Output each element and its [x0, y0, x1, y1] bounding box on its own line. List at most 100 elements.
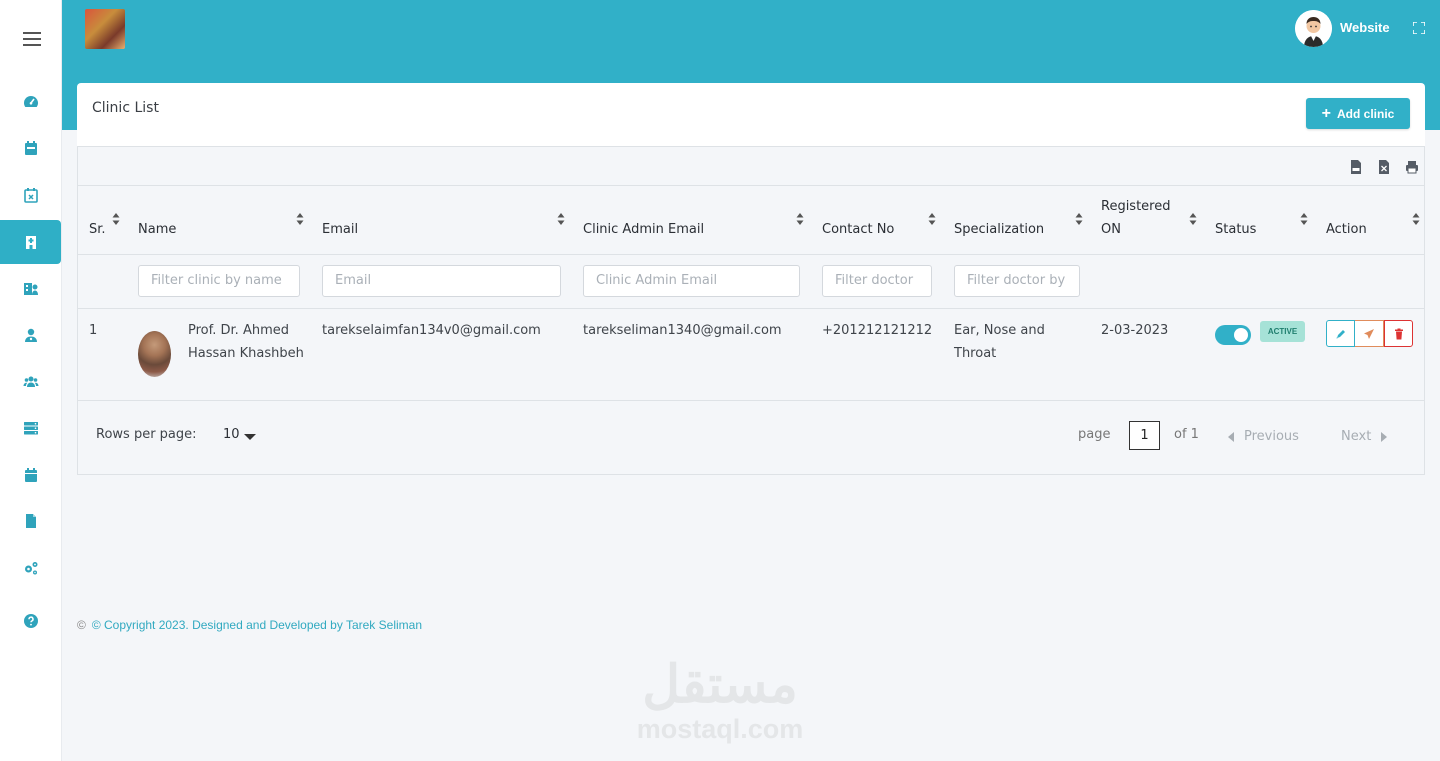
print-icon[interactable]	[1405, 160, 1419, 174]
fullscreen-icon[interactable]	[1413, 22, 1425, 34]
filter-email-input[interactable]: Email	[322, 265, 561, 297]
export-csv-icon[interactable]	[1350, 160, 1362, 174]
cell-admin-email: tarekseliman1340@gmail.com	[583, 323, 782, 338]
sort-icon	[557, 213, 565, 225]
chevron-left-icon	[1228, 431, 1234, 442]
status-toggle[interactable]	[1215, 325, 1251, 345]
sort-icon	[928, 213, 936, 225]
table-row: 1 Prof. Dr. Ahmed Hassan Khashbeh tareks…	[78, 309, 1424, 401]
sidebar-item-schedule[interactable]	[0, 453, 62, 497]
sidebar-item-reports[interactable]	[0, 499, 62, 543]
col-action[interactable]: Action	[1326, 186, 1422, 255]
col-sr[interactable]: Sr.	[89, 186, 129, 255]
send-button[interactable]	[1355, 320, 1384, 347]
chevron-down-icon[interactable]	[244, 434, 256, 440]
filter-contact-input[interactable]: Filter doctor	[822, 265, 932, 297]
sort-icon	[1189, 213, 1197, 225]
app-logo[interactable]	[85, 9, 125, 49]
cell-name: Prof. Dr. Ahmed Hassan Khashbeh	[188, 323, 304, 361]
cell-contact: +201212121212	[822, 323, 933, 338]
col-specialization[interactable]: Specialization	[954, 186, 1086, 255]
sort-icon	[296, 213, 304, 225]
col-action-label: Action	[1326, 222, 1367, 237]
filter-specialization-input[interactable]: Filter doctor by	[954, 265, 1080, 297]
col-admin-email-label: Clinic Admin Email	[583, 222, 705, 237]
col-status-label: Status	[1215, 222, 1257, 237]
col-registered[interactable]: Registered ON	[1101, 186, 1197, 255]
col-email[interactable]: Email	[322, 186, 568, 255]
add-clinic-button[interactable]: + Add clinic	[1306, 98, 1410, 129]
clinic-icon	[25, 236, 36, 249]
sidebar-item-doctors[interactable]	[0, 266, 62, 310]
sidebar-item-services[interactable]	[0, 406, 62, 450]
file-icon	[26, 514, 36, 528]
server-icon	[24, 422, 38, 435]
add-clinic-label: Add clinic	[1337, 106, 1395, 121]
sidebar-item-help[interactable]	[0, 599, 62, 643]
col-specialization-label: Specialization	[954, 222, 1045, 237]
col-sr-label: Sr.	[89, 222, 106, 237]
watermark: مستقل mostaql.com	[630, 655, 810, 747]
col-name[interactable]: Name	[138, 186, 306, 255]
col-contact[interactable]: Contact No	[822, 186, 940, 255]
sidebar-item-settings[interactable]	[0, 546, 62, 590]
next-button[interactable]: Next	[1341, 429, 1388, 444]
col-contact-label: Contact No	[822, 222, 895, 237]
sidebar-item-clinics[interactable]	[0, 220, 61, 264]
sidebar-item-patients[interactable]	[0, 359, 62, 403]
cell-specialization: Ear, Nose and Throat	[954, 323, 1045, 361]
sidebar-item-cancelled[interactable]	[0, 173, 62, 217]
previous-button[interactable]: Previous	[1228, 429, 1299, 444]
avatar[interactable]	[1295, 10, 1332, 47]
sidebar-item-appointments[interactable]	[0, 126, 62, 170]
calendar-alt-icon	[25, 468, 37, 482]
cell-sr: 1	[89, 323, 98, 338]
doctor-group-icon	[24, 283, 38, 295]
pagination: Rows per page: 10 page 1 of 1 Previous N…	[78, 401, 1424, 474]
table-toolbar	[78, 147, 1424, 186]
col-status[interactable]: Status	[1215, 186, 1311, 255]
edit-button[interactable]	[1326, 320, 1355, 347]
delete-button[interactable]	[1384, 320, 1413, 347]
col-email-label: Email	[322, 222, 359, 237]
copyright-symbol: ©	[77, 618, 86, 632]
rows-per-page-label: Rows per page:	[96, 427, 197, 442]
col-admin-email[interactable]: Clinic Admin Email	[583, 186, 808, 255]
page-title: Clinic List	[92, 100, 159, 116]
filter-name-input[interactable]: Filter clinic by name	[138, 265, 300, 297]
cell-email: tarekselaimfan134v0@gmail.com	[322, 323, 541, 338]
clinic-list-card: Clinic List + Add clinic	[77, 83, 1425, 146]
calendar-icon	[25, 141, 37, 155]
sort-icon	[1300, 213, 1308, 225]
copyright-text[interactable]: © Copyright 2023. Designed and Developed…	[92, 618, 422, 632]
filter-admin-email-input[interactable]: Clinic Admin Email	[583, 265, 800, 297]
help-icon	[24, 614, 38, 628]
export-excel-icon[interactable]	[1378, 160, 1390, 174]
calendar-x-icon	[24, 188, 38, 203]
next-label: Next	[1341, 429, 1372, 444]
copyright: © © Copyright 2023. Designed and Develope…	[77, 618, 422, 632]
plus-icon: +	[1321, 104, 1331, 122]
users-icon	[23, 376, 39, 387]
col-name-label: Name	[138, 222, 177, 237]
pencil-icon	[1336, 329, 1345, 338]
rows-per-page-select[interactable]: 10	[223, 427, 240, 442]
sidebar-item-doctor[interactable]	[0, 313, 62, 357]
col-registered-label: Registered ON	[1101, 199, 1171, 237]
sidebar-item-dashboard[interactable]	[0, 80, 62, 124]
previous-label: Previous	[1244, 429, 1299, 444]
watermark-latin: mostaql.com	[636, 714, 804, 744]
user-avatar-icon	[1295, 10, 1332, 47]
website-link[interactable]: Website	[1340, 20, 1390, 35]
page-input[interactable]: 1	[1129, 421, 1160, 450]
clinic-table: Sr. Name Email Clinic Admin Email Contac…	[77, 146, 1425, 475]
row-actions	[1326, 320, 1414, 348]
sidebar	[0, 0, 62, 761]
menu-toggle-icon[interactable]	[23, 32, 41, 46]
chevron-right-icon	[1381, 431, 1388, 442]
cogs-icon	[25, 562, 38, 575]
sort-icon	[1412, 213, 1420, 225]
dashboard-icon	[24, 96, 38, 107]
doctor-photo	[138, 331, 171, 377]
page-label: page	[1078, 427, 1111, 442]
